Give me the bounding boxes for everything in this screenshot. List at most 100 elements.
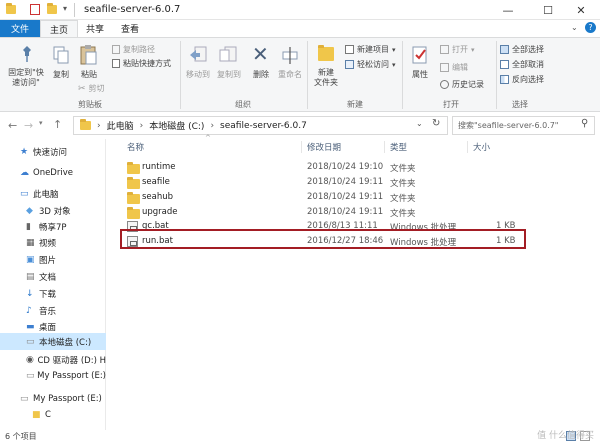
status-bar bbox=[0, 430, 600, 444]
file-row[interactable]: seahub 2018/10/24 19:11 文件夹 bbox=[122, 190, 526, 205]
select-none-icon bbox=[500, 60, 509, 69]
help-icon[interactable]: ? bbox=[585, 22, 596, 33]
edit-button[interactable]: 编辑 bbox=[440, 62, 468, 73]
search-icon[interactable]: ⚲ bbox=[581, 118, 588, 129]
nav-item[interactable]: ▭ 此电脑 bbox=[0, 185, 106, 202]
folder-icon bbox=[127, 162, 140, 174]
download-icon: ↓ bbox=[26, 288, 34, 299]
tab-share[interactable]: 共享 bbox=[78, 20, 112, 37]
rename-icon bbox=[281, 45, 299, 68]
music-icon: ♪ bbox=[26, 305, 32, 316]
recent-locations-icon[interactable]: ▾ bbox=[39, 119, 43, 127]
ribbon-separator bbox=[402, 41, 403, 109]
nav-item-label: 图片 bbox=[39, 255, 57, 266]
nav-item[interactable]: ▣ 图片 bbox=[0, 251, 106, 268]
copy-icon bbox=[53, 46, 69, 67]
file-type: 文件夹 bbox=[390, 179, 416, 189]
up-icon[interactable]: ↑ bbox=[53, 118, 62, 131]
properties-button[interactable]: 属性 bbox=[406, 70, 434, 80]
cut-button[interactable]: ✂ 剪切 bbox=[78, 83, 105, 94]
nav-item[interactable]: ◉ CD 驱动器 (D:) H bbox=[0, 351, 106, 368]
breadcrumb-local-disk[interactable]: 本地磁盘 (C:) bbox=[149, 119, 204, 132]
quick-access-new-folder-icon[interactable] bbox=[47, 3, 57, 17]
address-dropdown-icon[interactable]: ⌄ bbox=[416, 119, 423, 128]
select-none-button[interactable]: 全部取消 bbox=[500, 59, 544, 70]
title-separator bbox=[74, 3, 75, 17]
file-name: upgrade bbox=[142, 207, 178, 217]
rename-button[interactable]: 重命名 bbox=[274, 70, 306, 80]
file-row[interactable]: seafile 2018/10/24 19:11 文件夹 bbox=[122, 175, 526, 190]
nav-item[interactable]: ↓ 下载 bbox=[0, 285, 106, 302]
minimize-button[interactable]: — bbox=[488, 0, 528, 20]
nav-item[interactable]: ▮ 畅享7P bbox=[0, 218, 106, 235]
tab-file[interactable]: 文件 bbox=[0, 20, 40, 37]
breadcrumb-this-pc[interactable]: 此电脑 bbox=[107, 119, 134, 132]
easy-access-icon bbox=[345, 60, 354, 69]
address-bar[interactable]: › 此电脑 › 本地磁盘 (C:) › seafile-server-6.0.7 bbox=[73, 116, 448, 135]
computer-icon: ▭ bbox=[20, 188, 29, 199]
nav-item[interactable]: ★ 快速访问 bbox=[0, 143, 106, 160]
edit-label: 编辑 bbox=[452, 63, 468, 72]
nav-item-label: 桌面 bbox=[39, 322, 57, 333]
search-input[interactable]: 搜索"seafile-server-6.0.7" bbox=[452, 116, 595, 135]
column-header-name[interactable]: 名称 bbox=[127, 141, 144, 153]
cube-icon: ◆ bbox=[26, 205, 33, 216]
chevron-down-icon: ▾ bbox=[392, 60, 396, 69]
invert-selection-icon bbox=[500, 75, 509, 84]
nav-item[interactable]: ■ C bbox=[0, 406, 106, 423]
move-to-button[interactable]: 移动到 bbox=[182, 70, 214, 80]
tab-home[interactable]: 主页 bbox=[40, 20, 78, 37]
pin-to-quick-access-button[interactable]: 固定到"快 速访问" bbox=[3, 68, 49, 88]
paste-button[interactable]: 粘贴 bbox=[76, 70, 102, 80]
nav-item[interactable]: ▤ 文档 bbox=[0, 268, 106, 285]
nav-item-label: 本地磁盘 (C:) bbox=[39, 337, 92, 348]
nav-item[interactable]: ☁ OneDrive bbox=[0, 164, 106, 181]
nav-item[interactable]: ◆ 3D 对象 bbox=[0, 202, 106, 219]
copy-path-button[interactable]: 复制路径 bbox=[112, 44, 155, 55]
new-item-button[interactable]: 新建项目 ▾ bbox=[345, 44, 396, 55]
nav-item[interactable]: ▭ My Passport (E:) bbox=[0, 390, 106, 407]
paste-shortcut-button[interactable]: 粘贴快捷方式 bbox=[112, 58, 171, 69]
nav-item[interactable]: ▭ My Passport (E:) bbox=[0, 367, 106, 384]
delete-button[interactable]: 删除 bbox=[248, 70, 274, 80]
paste-icon bbox=[80, 44, 98, 69]
file-row[interactable]: upgrade 2018/10/24 19:11 文件夹 bbox=[122, 205, 526, 220]
chevron-down-icon: ▾ bbox=[471, 45, 475, 54]
nav-item[interactable]: ▦ 视频 bbox=[0, 234, 106, 251]
nav-item[interactable]: ♪ 音乐 bbox=[0, 302, 106, 319]
tab-view[interactable]: 查看 bbox=[112, 20, 148, 37]
refresh-icon[interactable]: ↻ bbox=[432, 118, 440, 129]
new-folder-button[interactable]: 新建 文件夹 bbox=[308, 68, 344, 88]
drive-icon: ▭ bbox=[26, 370, 35, 381]
select-all-button[interactable]: 全部选择 bbox=[500, 44, 544, 55]
folder-icon bbox=[127, 207, 140, 219]
history-label: 历史记录 bbox=[452, 80, 484, 89]
nav-item-label: C bbox=[45, 409, 51, 420]
quick-access-properties-icon[interactable] bbox=[30, 4, 40, 15]
open-button[interactable]: 打开 ▾ bbox=[440, 44, 475, 55]
close-button[interactable]: ✕ bbox=[562, 0, 600, 20]
new-group-label: 新建 bbox=[347, 100, 363, 109]
breadcrumb-current-folder[interactable]: seafile-server-6.0.7 bbox=[220, 121, 307, 131]
forward-icon[interactable]: → bbox=[24, 119, 33, 132]
column-header-type[interactable]: 类型 bbox=[390, 141, 407, 153]
history-button[interactable]: 历史记录 bbox=[440, 79, 484, 90]
quick-access-dropdown-icon[interactable]: ▾ bbox=[63, 4, 67, 13]
column-header-date[interactable]: 修改日期 bbox=[307, 141, 341, 153]
copy-to-button[interactable]: 复制到 bbox=[214, 70, 244, 80]
picture-icon: ▣ bbox=[26, 254, 35, 265]
document-icon: ▤ bbox=[26, 271, 35, 282]
delete-icon: ✕ bbox=[252, 42, 269, 66]
invert-selection-button[interactable]: 反向选择 bbox=[500, 74, 544, 85]
pin-icon bbox=[20, 45, 34, 66]
back-icon[interactable]: ← bbox=[8, 119, 17, 132]
ribbon-collapse-icon[interactable]: ⌄ bbox=[571, 23, 578, 32]
file-name: runtime bbox=[142, 162, 176, 172]
column-header-size[interactable]: 大小 bbox=[473, 141, 490, 153]
app-icon[interactable] bbox=[6, 3, 18, 15]
file-row[interactable]: runtime 2018/10/24 19:10 文件夹 bbox=[122, 160, 526, 175]
easy-access-button[interactable]: 轻松访问 ▾ bbox=[345, 59, 396, 70]
copy-button[interactable]: 复制 bbox=[47, 70, 75, 80]
nav-item[interactable]: ▭ 本地磁盘 (C:) bbox=[0, 333, 106, 350]
drive-icon: ▭ bbox=[26, 336, 35, 347]
